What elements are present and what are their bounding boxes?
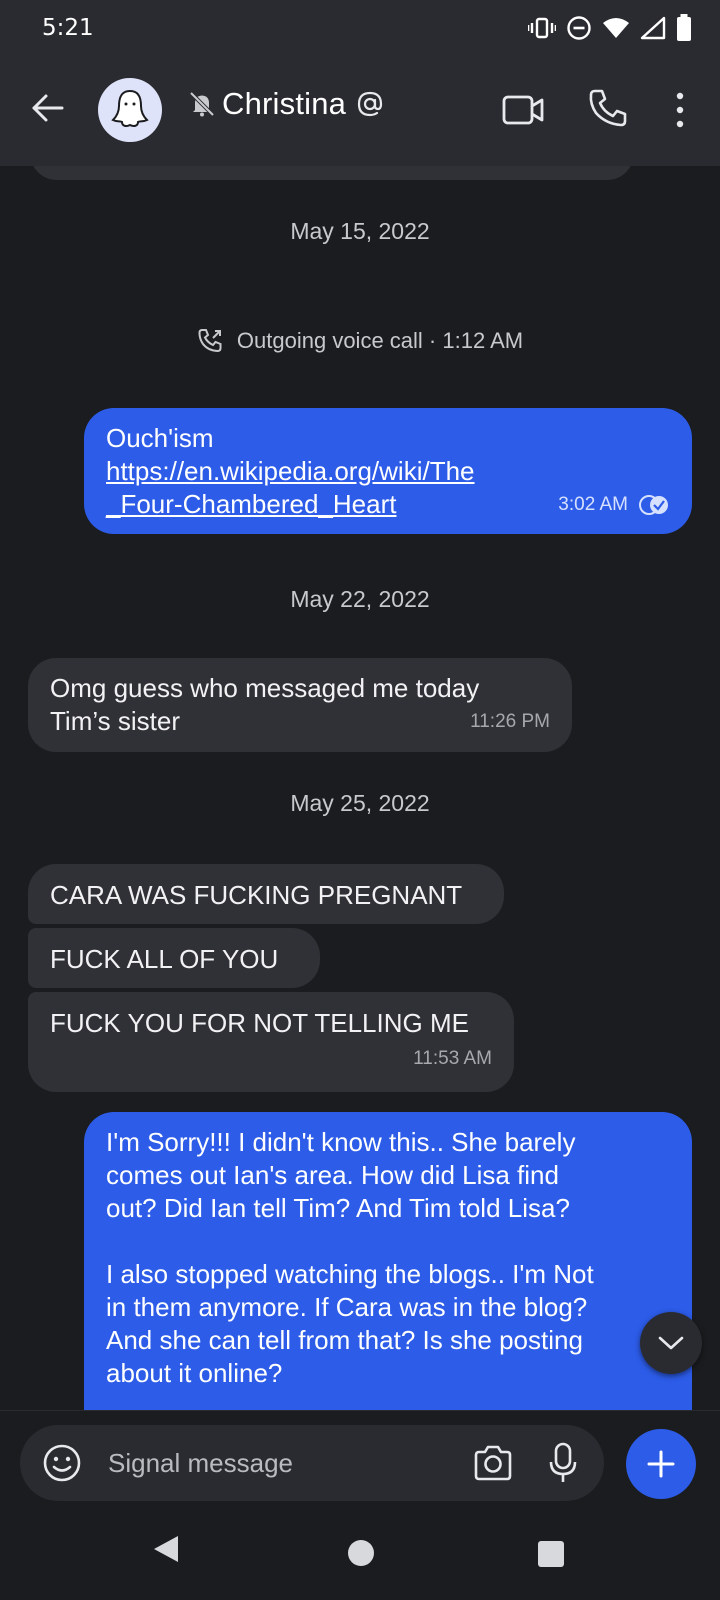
- message-text: FUCK YOU FOR NOT TELLING ME: [50, 1008, 469, 1038]
- outgoing-call-icon: [198, 329, 222, 353]
- nav-home-icon[interactable]: [348, 1540, 374, 1566]
- message-text: Omg guess who messaged me today: [50, 673, 480, 703]
- date-separator: May 15, 2022: [290, 218, 430, 244]
- battery-icon: [677, 14, 691, 41]
- back-arrow-icon[interactable]: [28, 88, 68, 128]
- message-text: I'm Sorry!!! I didn't know this.. She ba…: [106, 1127, 576, 1157]
- message-text: Ouch'ism: [106, 423, 214, 453]
- emoji-icon[interactable]: [42, 1443, 82, 1483]
- composer-area: [0, 1410, 720, 1506]
- plus-icon: [647, 1450, 675, 1478]
- nav-back-icon[interactable]: [152, 1534, 180, 1564]
- message-text: in them anymore. If Cara was in the blog…: [106, 1292, 588, 1322]
- mention-icon: [358, 91, 383, 117]
- status-time: 5:21: [42, 15, 94, 41]
- do-not-disturb-icon: [567, 16, 591, 40]
- status-icons: [528, 14, 692, 42]
- wifi-icon: [603, 18, 629, 38]
- overflow-menu-icon[interactable]: [668, 88, 692, 132]
- link-line-1[interactable]: https://en.wikipedia.org/wiki/The: [106, 456, 475, 486]
- date-separator: May 25, 2022: [290, 790, 430, 816]
- message-list[interactable]: May 15, 2022 Outgoing voice call · 1:12 …: [0, 166, 720, 1410]
- microphone-icon[interactable]: [548, 1441, 578, 1485]
- message-text: CARA WAS FUCKING PREGNANT: [50, 880, 463, 910]
- message-text: comes out Ian's area. How did Lisa find: [106, 1160, 559, 1190]
- signal-chat-screen: 5:21 Christina May 15, 2022 Outgoing voi…: [0, 0, 720, 1600]
- call-event[interactable]: Outgoing voice call · 1:12 AM: [0, 328, 720, 354]
- message-text: Tim’s sister: [50, 706, 180, 736]
- contact-avatar[interactable]: [98, 78, 162, 142]
- muted-bell-icon: [189, 91, 215, 117]
- nav-recents-icon[interactable]: [538, 1541, 564, 1567]
- contact-title[interactable]: Christina: [188, 86, 384, 122]
- system-navigation-bar: [0, 1506, 720, 1600]
- vibrate-icon: [528, 17, 556, 39]
- message-time: 11:26 PM: [470, 710, 550, 732]
- message-text: about it online?: [106, 1358, 283, 1388]
- incoming-message-bubble[interactable]: FUCK ALL OF YOU: [28, 928, 320, 988]
- video-call-icon[interactable]: [502, 90, 546, 130]
- ghost-avatar-icon: [111, 89, 149, 127]
- message-meta: 3:02 AM: [558, 494, 670, 516]
- message-input[interactable]: [108, 1445, 448, 1481]
- incoming-message-bubble[interactable]: FUCK YOU FOR NOT TELLING ME 11:53 AM: [28, 992, 514, 1092]
- message-time: 11:53 AM: [413, 1048, 492, 1069]
- message-text: out? Did Ian tell Tim? And Tim told Lisa…: [106, 1193, 570, 1223]
- link-line-2[interactable]: _Four-Chambered_Heart: [106, 488, 396, 521]
- incoming-message-bubble[interactable]: Omg guess who messaged me today Tim’s si…: [28, 658, 572, 752]
- attach-button[interactable]: [626, 1429, 696, 1499]
- message-text: FUCK ALL OF YOU: [50, 944, 279, 974]
- call-event-text: Outgoing voice call · 1:12 AM: [236, 328, 524, 353]
- contact-name: Christina: [222, 86, 347, 121]
- status-bar: 5:21: [0, 0, 720, 56]
- cellular-signal-icon: [640, 16, 666, 40]
- partial-message-bubble[interactable]: [30, 166, 634, 180]
- phone-icon[interactable]: [586, 86, 630, 130]
- chevron-down-icon: [658, 1336, 684, 1350]
- conversation-header: Christina: [0, 56, 720, 166]
- scroll-to-bottom-button[interactable]: [640, 1312, 702, 1374]
- outgoing-message-bubble[interactable]: Ouch'ism https://en.wikipedia.org/wiki/T…: [84, 408, 692, 534]
- date-separator: May 22, 2022: [290, 586, 430, 612]
- message-text: I also stopped watching the blogs.. I'm …: [106, 1259, 594, 1289]
- outgoing-message-bubble[interactable]: I'm Sorry!!! I didn't know this.. She ba…: [84, 1112, 692, 1410]
- incoming-message-bubble[interactable]: CARA WAS FUCKING PREGNANT: [28, 864, 504, 924]
- camera-icon[interactable]: [472, 1443, 514, 1483]
- message-composer: [20, 1425, 604, 1501]
- read-receipt-icon: [639, 494, 668, 515]
- message-text: And she can tell from that? Is she posti…: [106, 1325, 583, 1355]
- message-link[interactable]: https://en.wikipedia.org/wiki/The: [106, 455, 670, 488]
- message-time: 3:02 AM: [558, 493, 628, 515]
